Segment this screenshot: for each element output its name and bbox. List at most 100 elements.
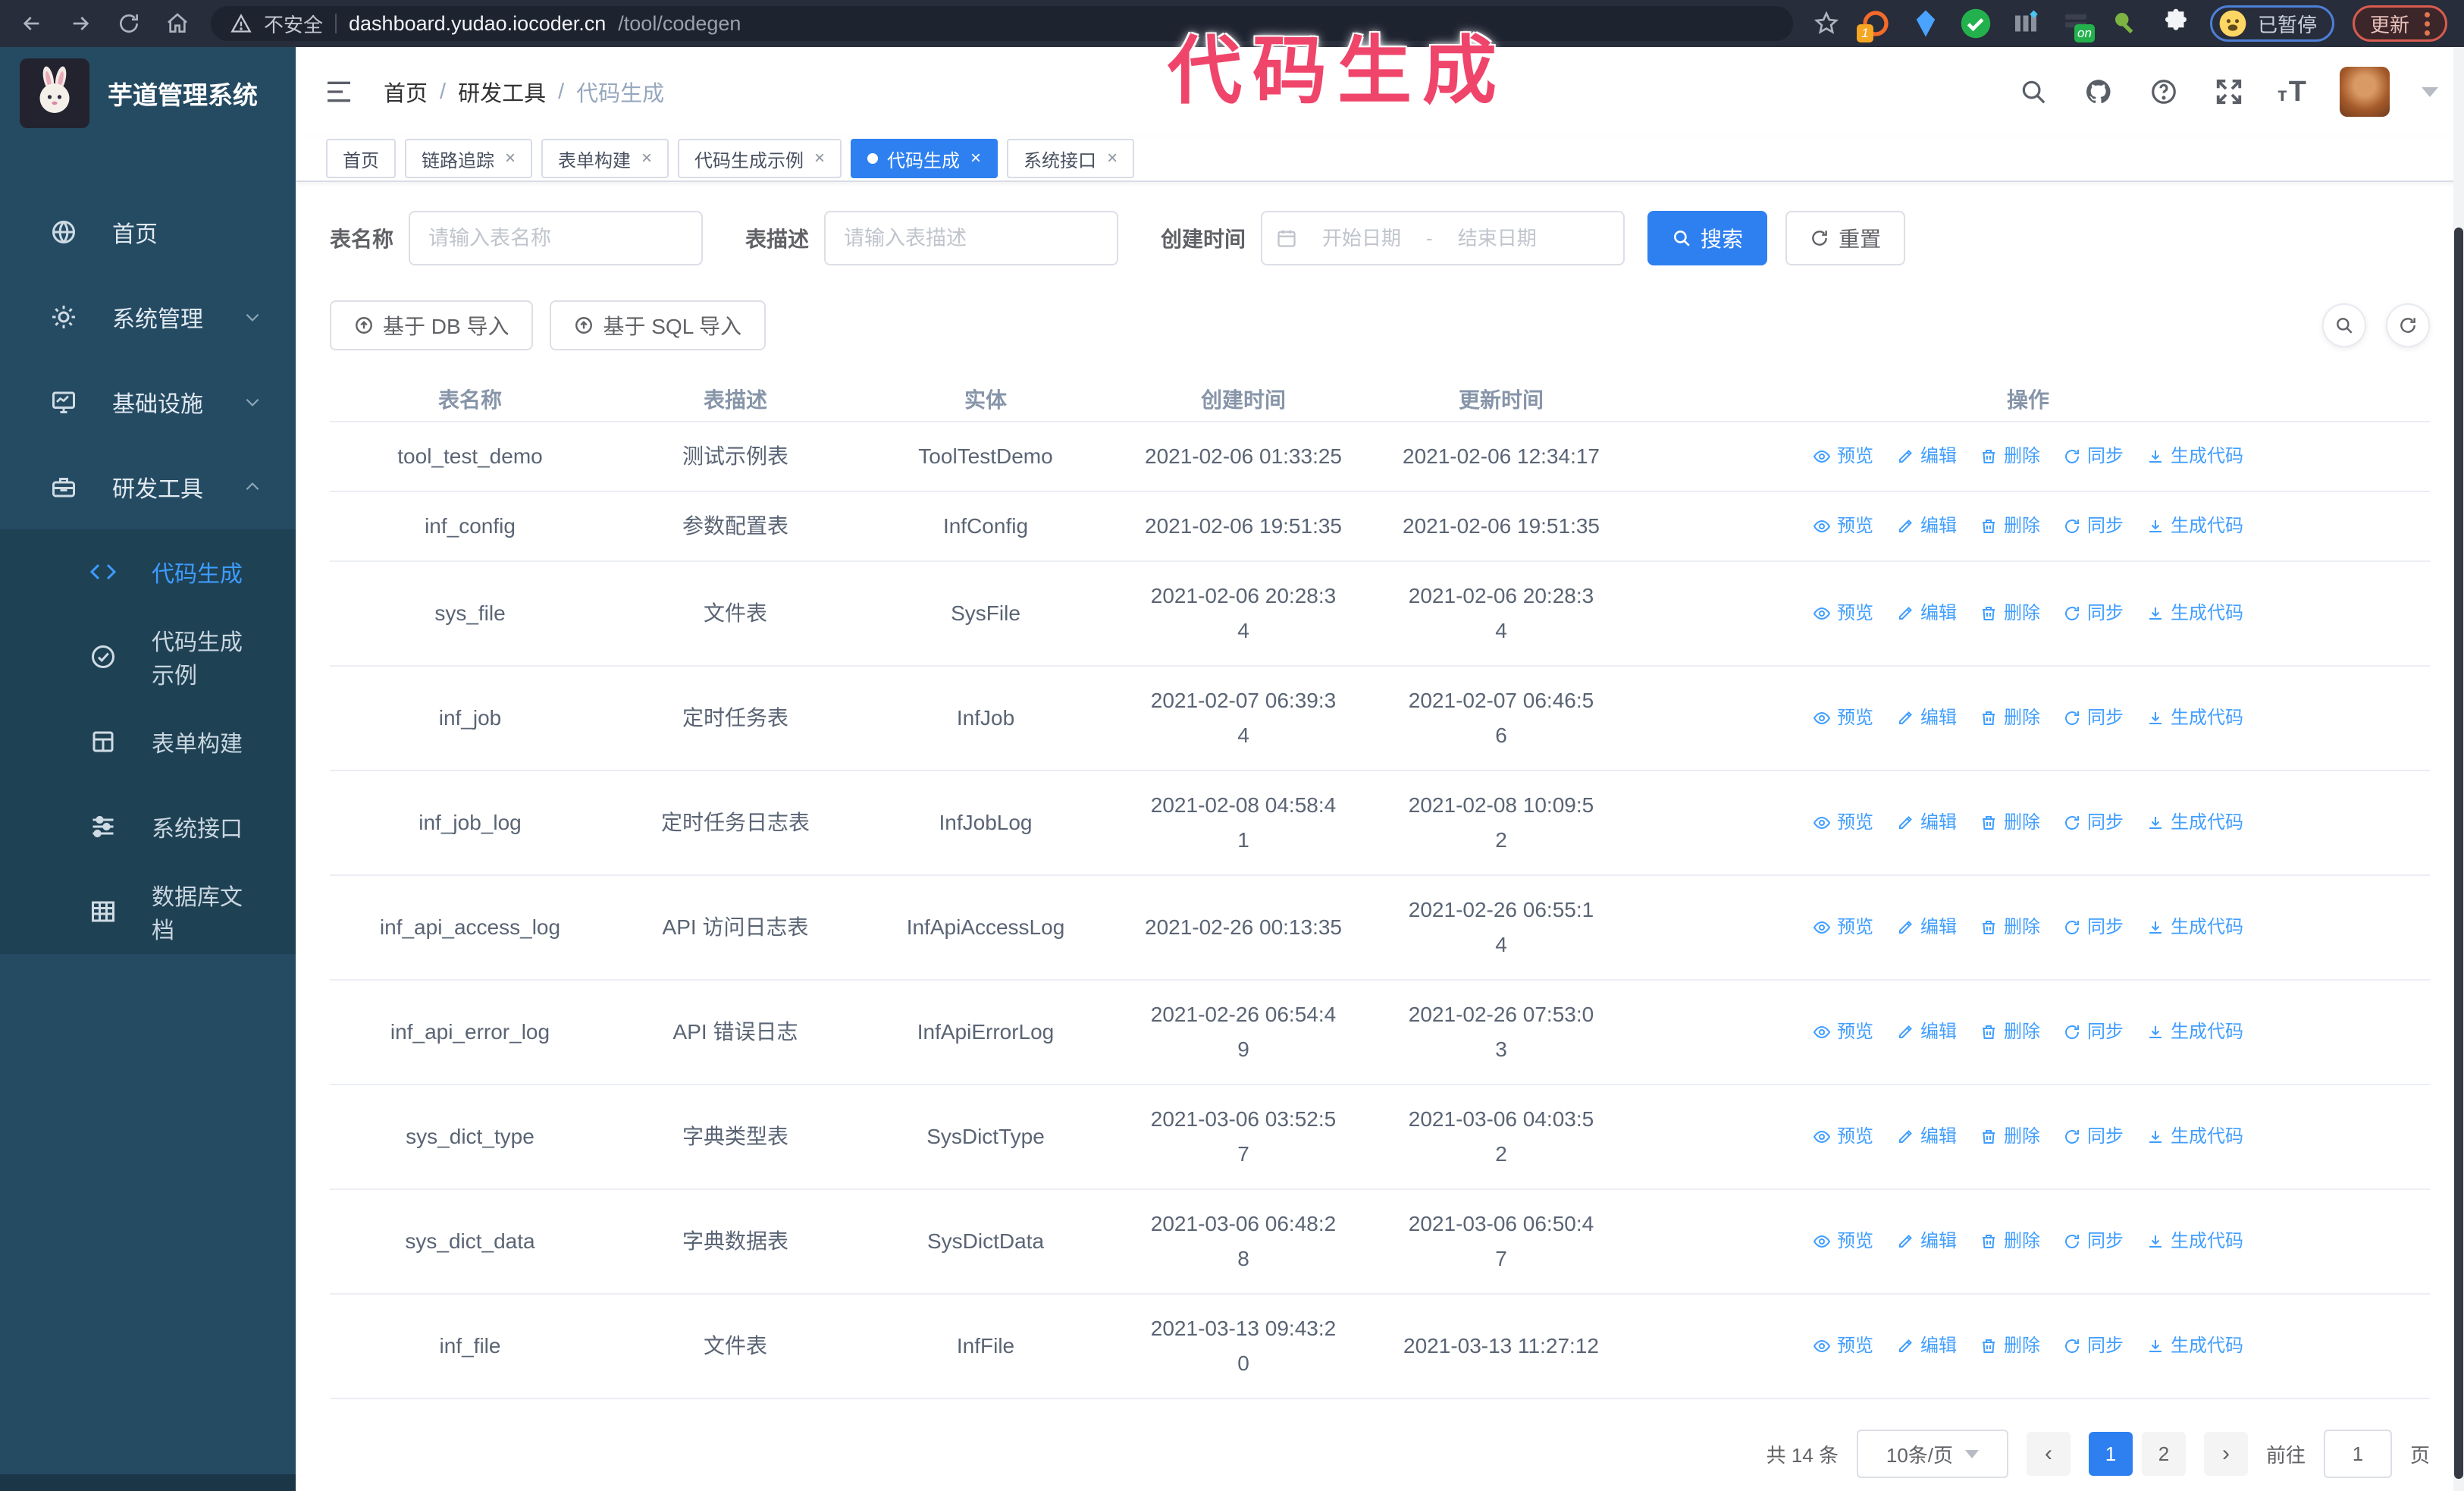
browser-profile-chip[interactable]: 已暂停: [2209, 5, 2334, 42]
url-bar[interactable]: 不安全 dashboard.yudao.iocoder.cn /tool/cod…: [211, 6, 1793, 41]
action-sync[interactable]: 同步: [2063, 596, 2124, 631]
action-eye[interactable]: 预览: [1813, 1329, 1873, 1364]
extension-key-icon[interactable]: [2110, 8, 2142, 39]
refresh-table-button[interactable]: [2386, 303, 2430, 347]
action-eye[interactable]: 预览: [1813, 910, 1873, 945]
action-sync[interactable]: 同步: [2063, 701, 2124, 736]
action-sync[interactable]: 同步: [2063, 805, 2124, 840]
end-date-input[interactable]: [1440, 226, 1554, 250]
action-edit[interactable]: 编辑: [1896, 910, 1957, 945]
user-avatar[interactable]: [2340, 67, 2390, 117]
tab-close-icon[interactable]: ×: [970, 148, 981, 169]
tab-home[interactable]: 首页: [326, 139, 396, 178]
action-trash[interactable]: 删除: [1980, 1015, 2040, 1050]
tab-close-icon[interactable]: ×: [814, 148, 825, 169]
app-logo-row[interactable]: 芋道管理系统: [0, 47, 296, 140]
action-trash[interactable]: 删除: [1980, 805, 2040, 840]
import-sql-button[interactable]: 基于 SQL 导入: [550, 300, 766, 350]
action-download[interactable]: 生成代码: [2146, 1329, 2243, 1364]
tab-codegen-example[interactable]: 代码生成示例 ×: [678, 139, 842, 178]
sidebar-item-system-management[interactable]: 系统管理: [0, 275, 296, 359]
action-trash[interactable]: 删除: [1980, 701, 2040, 736]
tab-tracing[interactable]: 链路追踪 ×: [405, 139, 533, 178]
action-sync[interactable]: 同步: [2063, 1119, 2124, 1154]
action-download[interactable]: 生成代码: [2146, 1015, 2243, 1050]
action-edit[interactable]: 编辑: [1896, 805, 1957, 840]
import-db-button[interactable]: 基于 DB 导入: [330, 300, 534, 350]
action-edit[interactable]: 编辑: [1896, 439, 1957, 474]
next-page-button[interactable]: ›: [2203, 1432, 2248, 1476]
sidebar-subitem-db-doc[interactable]: 数据库文档: [0, 869, 296, 954]
sidebar-subitem-system-api[interactable]: 系统接口: [0, 784, 296, 869]
sidebar-subitem-codegen-example[interactable]: 代码生成示例: [0, 614, 296, 699]
action-eye[interactable]: 预览: [1813, 1015, 1873, 1050]
extensions-puzzle-icon[interactable]: [2160, 8, 2192, 39]
action-edit[interactable]: 编辑: [1896, 701, 1957, 736]
tab-close-icon[interactable]: ×: [505, 148, 516, 169]
page-button-1[interactable]: 1: [2088, 1432, 2133, 1476]
action-sync[interactable]: 同步: [2063, 439, 2124, 474]
action-download[interactable]: 生成代码: [2146, 1119, 2243, 1154]
action-edit[interactable]: 编辑: [1896, 1224, 1957, 1259]
action-trash[interactable]: 删除: [1980, 439, 2040, 474]
action-edit[interactable]: 编辑: [1896, 1015, 1957, 1050]
date-range-picker[interactable]: -: [1261, 211, 1625, 265]
search-button[interactable]: 搜索: [1647, 211, 1768, 265]
action-eye[interactable]: 预览: [1813, 805, 1873, 840]
extension-orange-icon[interactable]: 1: [1856, 8, 1892, 42]
tab-form-builder[interactable]: 表单构建 ×: [541, 139, 669, 178]
page-size-select[interactable]: 10条/页: [1856, 1430, 2008, 1478]
action-sync[interactable]: 同步: [2063, 1224, 2124, 1259]
tab-codegen[interactable]: 代码生成 ×: [851, 139, 998, 178]
tab-close-icon[interactable]: ×: [641, 148, 652, 169]
action-trash[interactable]: 删除: [1980, 509, 2040, 544]
action-sync[interactable]: 同步: [2063, 910, 2124, 945]
user-menu-caret-icon[interactable]: [2422, 86, 2438, 97]
hamburger-icon[interactable]: [321, 74, 356, 109]
reset-button[interactable]: 重置: [1785, 211, 1906, 265]
action-edit[interactable]: 编辑: [1896, 509, 1957, 544]
action-download[interactable]: 生成代码: [2146, 701, 2243, 736]
table-desc-input[interactable]: [824, 211, 1119, 265]
scrollbar-thumb[interactable]: [2454, 228, 2463, 1479]
browser-menu-icon[interactable]: [2425, 11, 2430, 36]
fullscreen-icon[interactable]: [2212, 75, 2246, 108]
sidebar-item-home[interactable]: 首页: [0, 190, 296, 275]
action-sync[interactable]: 同步: [2063, 1329, 2124, 1364]
action-download[interactable]: 生成代码: [2146, 805, 2243, 840]
action-download[interactable]: 生成代码: [2146, 509, 2243, 544]
tab-close-icon[interactable]: ×: [1107, 148, 1118, 169]
extension-columns-icon[interactable]: [2010, 8, 2042, 39]
action-trash[interactable]: 删除: [1980, 596, 2040, 631]
action-download[interactable]: 生成代码: [2146, 1224, 2243, 1259]
action-trash[interactable]: 删除: [1980, 910, 2040, 945]
page-button-2[interactable]: 2: [2141, 1432, 2186, 1476]
browser-reload-icon[interactable]: [114, 8, 144, 39]
browser-update-button[interactable]: 更新: [2352, 5, 2447, 42]
table-name-input[interactable]: [409, 211, 704, 265]
action-sync[interactable]: 同步: [2063, 1015, 2124, 1050]
action-download[interactable]: 生成代码: [2146, 439, 2243, 474]
bookmark-star-icon[interactable]: [1811, 8, 1842, 39]
browser-back-icon[interactable]: [17, 8, 47, 39]
font-size-icon[interactable]: тT: [2277, 76, 2308, 108]
action-eye[interactable]: 预览: [1813, 509, 1873, 544]
sidebar-subitem-codegen[interactable]: 代码生成: [0, 529, 296, 614]
action-trash[interactable]: 删除: [1980, 1224, 2040, 1259]
extension-on-icon[interactable]: on: [2060, 8, 2095, 42]
action-eye[interactable]: 预览: [1813, 1224, 1873, 1259]
start-date-input[interactable]: [1305, 226, 1419, 250]
toggle-search-button[interactable]: [2322, 303, 2366, 347]
action-edit[interactable]: 编辑: [1896, 596, 1957, 631]
search-icon[interactable]: [2017, 75, 2050, 108]
action-sync[interactable]: 同步: [2063, 509, 2124, 544]
action-eye[interactable]: 预览: [1813, 701, 1873, 736]
prev-page-button[interactable]: ‹: [2026, 1432, 2071, 1476]
sidebar-item-infrastructure[interactable]: 基础设施: [0, 359, 296, 444]
github-icon[interactable]: [2082, 75, 2115, 108]
browser-home-icon[interactable]: [162, 8, 193, 39]
browser-forward-icon[interactable]: [65, 8, 96, 39]
extension-gem-icon[interactable]: [1910, 8, 1942, 39]
action-eye[interactable]: 预览: [1813, 439, 1873, 474]
page-scrollbar[interactable]: [2453, 47, 2464, 1491]
